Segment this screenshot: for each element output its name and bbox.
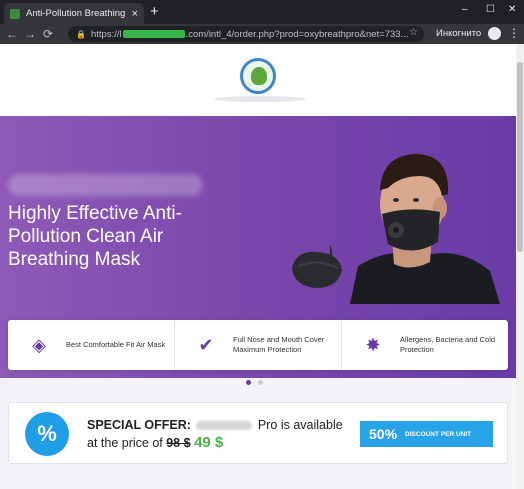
mask-icon: ◈ [32,335,46,355]
offer-label: SPECIAL OFFER: [87,418,191,432]
carousel-dot[interactable] [246,380,251,385]
back-button[interactable]: ← [3,27,21,41]
price-prefix: at the price of [87,436,163,450]
brand-logo[interactable] [240,58,276,94]
special-offer-box: % SPECIAL OFFER: Pro is available at the… [8,402,508,464]
page-content: Highly Effective Anti-Pollution Clean Ai… [0,44,516,489]
close-window-button[interactable]: ✕ [508,4,516,15]
feature-item: ✸ Allergens, Bacteria and Cold Protectio… [342,320,508,370]
star-icon[interactable]: ☆ [409,27,418,38]
loose-mask-image [292,251,342,288]
discount-percent: 50% [369,426,398,442]
redacted-domain [122,29,185,38]
old-price: 98 $ [166,436,191,450]
incognito-icon[interactable] [488,27,501,40]
lungs-icon [251,67,267,85]
feature-text: Full Nose and Mouth Cover Maximum Protec… [233,335,325,354]
feature-item: ✔ Full Nose and Mouth Cover Maximum Prot… [175,320,342,370]
scrollbar[interactable] [516,44,524,489]
tab-title: Anti-Pollution Breathing M [26,8,128,19]
features-bar: ◈ Best Comfortable Fit Air Mask ✔ Full N… [8,320,508,370]
percent-badge-icon: % [25,412,69,456]
tab-close-icon[interactable]: × [132,8,138,20]
maximize-button[interactable]: ☐ [486,4,495,15]
browser-menu-icon[interactable]: ⋮ [508,26,520,40]
site-header [0,44,516,116]
carousel-dot[interactable] [258,380,263,385]
offer-text: SPECIAL OFFER: Pro is available at the p… [87,417,357,452]
logo-shadow [214,96,306,102]
check-icon: ✔ [198,335,214,355]
incognito-label: Инкогнито [436,28,482,39]
carousel-dots [246,380,263,385]
feature-text: Best Comfortable Fit Air Mask [66,340,166,349]
url-text: https://l .com/intl_4/order.php?prod=oxyb… [90,28,409,40]
tab-bar: Anti-Pollution Breathing M × + – ☐ ✕ [0,0,524,24]
discount-text: DISCOUNT PER UNIT [405,430,472,438]
redacted-brand [8,174,203,196]
feature-text: Allergens, Bacteria and Cold Protection [400,335,496,354]
lock-icon: 🔒 [76,29,86,39]
discount-banner: 50% DISCOUNT PER UNIT [360,421,493,447]
scrollbar-thumb[interactable] [517,62,523,252]
browser-tab[interactable]: Anti-Pollution Breathing M × [4,3,144,24]
navigation-bar: ← → ⟳ 🔒 https://l .com/intl_4/order.php?p… [0,24,524,44]
reload-button[interactable]: ⟳ [39,27,57,41]
new-price: 49 $ [194,434,224,451]
redacted-product [196,421,253,431]
offer-product-suffix: Pro is available [257,418,343,432]
feature-item: ◈ Best Comfortable Fit Air Mask [8,320,175,370]
model-with-mask-image [330,154,500,304]
forward-button[interactable]: → [21,27,39,41]
favicon-icon [10,8,20,19]
minimize-button[interactable]: – [462,4,468,15]
new-tab-button[interactable]: + [150,4,159,20]
hero-headline: Highly Effective Anti-Pollution Clean Ai… [8,203,182,270]
virus-icon: ✸ [365,335,381,355]
address-bar[interactable]: 🔒 https://l .com/intl_4/order.php?prod=ox… [68,26,424,42]
